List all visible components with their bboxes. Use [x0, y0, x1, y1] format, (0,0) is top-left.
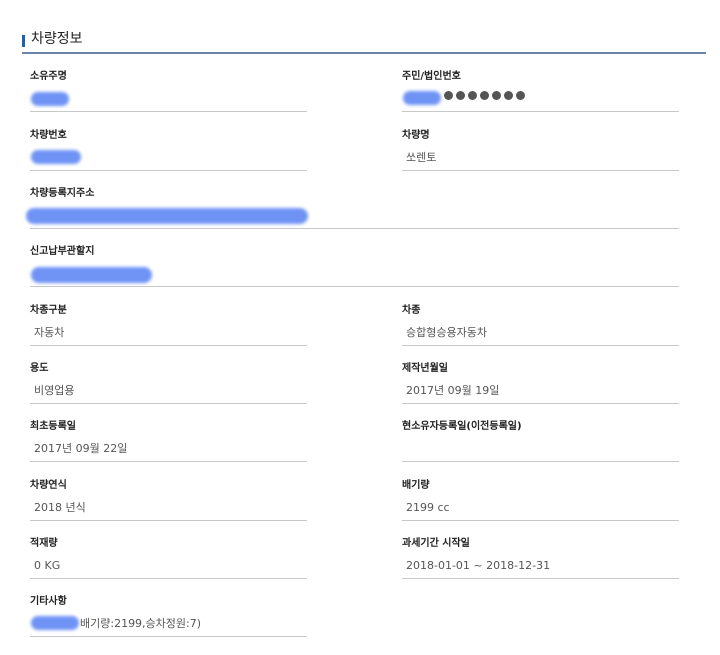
field-value: 2017년 09월 22일	[30, 435, 307, 462]
field-value: 쏘렌토	[402, 144, 679, 171]
masked-digits	[444, 91, 525, 100]
field-label: 신고납부관할지	[30, 246, 95, 257]
field-label: 적재량	[30, 538, 58, 549]
field-value	[26, 202, 679, 229]
field-label: 현소유자등록일(이전등록일)	[402, 421, 522, 432]
field-value: 자동차	[30, 319, 307, 346]
field-value-text: 2018 년식	[34, 501, 86, 514]
field-label: 과세기간 시작일	[402, 538, 470, 549]
field-value	[30, 144, 307, 171]
field-value-text: 승합형승용자동차	[406, 326, 487, 339]
redaction-mark	[31, 616, 79, 630]
redaction-mark	[31, 92, 69, 106]
redaction-mark	[403, 91, 441, 105]
field-label: 차종	[402, 305, 421, 316]
field-value-text: 비영업용	[34, 384, 75, 397]
field-value-text: 0 KG	[34, 559, 61, 572]
section-title: 차량정보	[31, 31, 83, 47]
field-value: 2199 cc	[402, 494, 679, 521]
field-value-text: 배기량:2199,승차정원:7)	[80, 617, 202, 630]
redaction-mark	[26, 208, 308, 224]
field-value: 0 KG	[30, 552, 307, 579]
field-label: 소유주명	[30, 71, 67, 82]
field-value	[30, 260, 679, 287]
field-label: 최초등록일	[30, 421, 76, 432]
field-label: 차량연식	[30, 480, 67, 491]
field-value: 2017년 09월 19일	[402, 377, 679, 404]
field-value-text: 2199 cc	[406, 501, 450, 514]
field-value: 2018-01-01 ~ 2018-12-31	[402, 552, 679, 579]
field-label: 주민/법인번호	[402, 71, 461, 82]
field-value	[402, 85, 679, 112]
field-value	[402, 435, 679, 462]
field-label: 차량등록지주소	[30, 188, 95, 199]
field-value: 배기량:2199,승차정원:7)	[30, 610, 307, 637]
field-value: 비영업용	[30, 377, 307, 404]
redaction-mark	[31, 150, 81, 164]
field-value-text: 2017년 09월 19일	[406, 384, 500, 397]
field-label: 차량번호	[30, 130, 67, 141]
field-label: 용도	[30, 363, 49, 374]
field-label: 배기량	[402, 480, 430, 491]
section-accent-bar	[22, 35, 25, 47]
field-value: 승합형승용자동차	[402, 319, 679, 346]
redaction-mark	[31, 267, 152, 283]
field-value: 2018 년식	[30, 494, 307, 521]
field-value-text: 자동차	[34, 326, 65, 339]
field-label: 기타사항	[30, 596, 67, 607]
field-value-text: 쏘렌토	[406, 151, 437, 164]
field-value-text: 2018-01-01 ~ 2018-12-31	[406, 559, 551, 572]
field-value	[30, 85, 307, 112]
section-header: 차량정보	[22, 30, 706, 54]
field-value-text: 2017년 09월 22일	[34, 442, 128, 455]
field-label: 차종구분	[30, 305, 67, 316]
field-label: 차량명	[402, 130, 430, 141]
field-label: 제작년월일	[402, 363, 448, 374]
